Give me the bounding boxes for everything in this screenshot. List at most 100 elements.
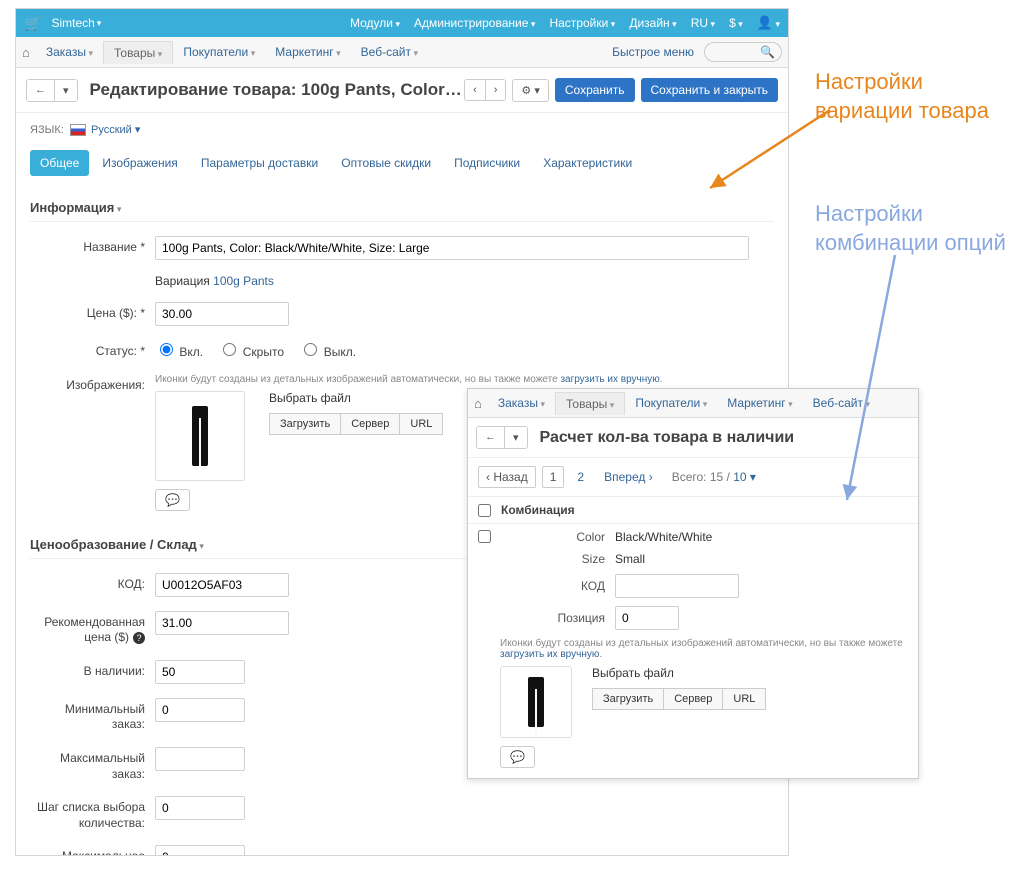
menu-settings[interactable]: Настройки bbox=[549, 16, 615, 30]
w2-nav-marketing[interactable]: Маркетинг bbox=[717, 392, 802, 414]
pg-fwd[interactable]: Вперед › bbox=[597, 467, 660, 487]
w2-back-drop[interactable]: ▾ bbox=[504, 427, 527, 448]
reco-label: Рекомендованная цена ($)? bbox=[30, 611, 155, 646]
next-button[interactable]: › bbox=[485, 80, 506, 100]
variation-link[interactable]: 100g Pants bbox=[213, 274, 274, 288]
nav-marketing[interactable]: Маркетинг bbox=[265, 41, 350, 63]
help-icon[interactable]: ? bbox=[133, 632, 145, 644]
menu-currency[interactable]: $ bbox=[729, 16, 743, 30]
pg-2[interactable]: 2 bbox=[570, 467, 591, 487]
max-input[interactable] bbox=[155, 747, 245, 771]
search-input[interactable]: 🔍 bbox=[704, 42, 782, 62]
back-group: ← ▾ bbox=[26, 79, 78, 102]
w2-btn-upload[interactable]: Загрузить bbox=[592, 688, 664, 710]
menu-design[interactable]: Дизайн bbox=[629, 16, 676, 30]
lang-label: ЯЗЫК: bbox=[30, 124, 64, 136]
variation-label: Вариация bbox=[155, 274, 210, 288]
code-input[interactable] bbox=[155, 573, 289, 597]
image-thumb[interactable] bbox=[155, 391, 245, 481]
tab-wholesale[interactable]: Оптовые скидки bbox=[331, 150, 441, 176]
tab-features[interactable]: Характеристики bbox=[533, 150, 642, 176]
btn-server[interactable]: Сервер bbox=[341, 413, 400, 435]
annotation-combination: Настройки комбинации опций bbox=[815, 200, 1024, 257]
tab-shipping[interactable]: Параметры доставки bbox=[191, 150, 328, 176]
inp-code2[interactable] bbox=[615, 574, 739, 598]
w2-nav-website[interactable]: Веб-сайт bbox=[803, 392, 880, 414]
annotation-variation: Настройки вариации товара bbox=[815, 68, 1024, 125]
price-input[interactable] bbox=[155, 302, 289, 326]
status-hidden[interactable] bbox=[223, 343, 236, 356]
quick-menu[interactable]: Быстрое меню bbox=[612, 45, 694, 59]
lbl-pos: Позиция bbox=[500, 611, 615, 625]
lang-value[interactable]: Русский ▾ bbox=[91, 124, 140, 136]
w2-nav-products[interactable]: Товары bbox=[555, 392, 625, 415]
menubar: ⌂ Заказы Товары Покупатели Маркетинг Веб… bbox=[16, 37, 788, 68]
btn-upload[interactable]: Загрузить bbox=[269, 413, 341, 435]
pg-back[interactable]: ‹ Назад bbox=[478, 466, 536, 488]
maxvar-input[interactable] bbox=[155, 845, 245, 856]
step-input[interactable] bbox=[155, 796, 245, 820]
th-combo: Комбинация bbox=[501, 503, 575, 517]
nav-products[interactable]: Товары bbox=[103, 41, 173, 64]
back-dropdown[interactable]: ▾ bbox=[54, 80, 77, 101]
section-info[interactable]: Информация bbox=[30, 194, 774, 222]
max-label: Максимальный заказ: bbox=[30, 747, 155, 782]
inventory-window: ⌂ Заказы Товары Покупатели Маркетинг Веб… bbox=[467, 388, 919, 779]
lbl-size: Size bbox=[500, 552, 615, 566]
w2-choose: Выбрать файл bbox=[592, 666, 766, 680]
lbl-color: Color bbox=[500, 530, 615, 544]
w2-back[interactable]: ← bbox=[477, 427, 504, 448]
images-note-link[interactable]: загрузить их вручную bbox=[560, 374, 659, 385]
nav-website[interactable]: Веб-сайт bbox=[351, 41, 428, 63]
w2-speech[interactable]: 💬 bbox=[500, 746, 535, 768]
stock-input[interactable] bbox=[155, 660, 245, 684]
pg-per[interactable]: 10 ▾ bbox=[733, 470, 756, 484]
language-selector[interactable]: ЯЗЫК: Русский ▾ bbox=[30, 123, 774, 136]
home-icon[interactable]: ⌂ bbox=[22, 45, 30, 60]
w2-home-icon[interactable]: ⌂ bbox=[474, 396, 482, 411]
w2-nav-orders[interactable]: Заказы bbox=[488, 392, 555, 414]
save-button[interactable]: Сохранить bbox=[555, 78, 635, 102]
image-comment[interactable]: 💬 bbox=[155, 489, 190, 511]
min-input[interactable] bbox=[155, 698, 245, 722]
pager-group: ‹ › bbox=[464, 79, 506, 101]
gear-button[interactable]: ⚙ ▾ bbox=[512, 79, 548, 102]
prev-button[interactable]: ‹ bbox=[465, 80, 485, 100]
images-label: Изображения: bbox=[30, 374, 155, 394]
tab-subscribers[interactable]: Подписчики bbox=[444, 150, 530, 176]
back-button[interactable]: ← bbox=[27, 80, 54, 101]
reco-input[interactable] bbox=[155, 611, 289, 635]
val-color: Black/White/White bbox=[615, 530, 712, 544]
pg-1[interactable]: 1 bbox=[542, 466, 565, 488]
stock-label: В наличии: bbox=[30, 660, 155, 680]
min-label: Минимальный заказ: bbox=[30, 698, 155, 733]
tab-images[interactable]: Изображения bbox=[92, 150, 187, 176]
nav-orders[interactable]: Заказы bbox=[36, 41, 103, 63]
w2-btn-url[interactable]: URL bbox=[723, 688, 766, 710]
inp-pos[interactable] bbox=[615, 606, 679, 630]
status-on[interactable] bbox=[160, 343, 173, 356]
step-label: Шаг списка выбора количества: bbox=[30, 796, 155, 831]
cart-icon[interactable]: 🛒 bbox=[24, 15, 41, 32]
menu-user[interactable]: 👤 bbox=[757, 15, 780, 31]
menu-admin[interactable]: Администрирование bbox=[414, 16, 535, 30]
w2-btn-server[interactable]: Сервер bbox=[664, 688, 723, 710]
val-size: Small bbox=[615, 552, 645, 566]
topbar: 🛒 Simtech▾ Модули Администрирование Наст… bbox=[16, 9, 788, 37]
name-input[interactable] bbox=[155, 236, 749, 260]
th-check-all[interactable] bbox=[478, 504, 491, 517]
w2-thumb[interactable] bbox=[500, 666, 572, 738]
tab-general[interactable]: Общее bbox=[30, 150, 89, 176]
btn-url[interactable]: URL bbox=[400, 413, 443, 435]
menu-modules[interactable]: Модули bbox=[350, 16, 400, 30]
save-close-button[interactable]: Сохранить и закрыть bbox=[641, 78, 778, 102]
row-check[interactable] bbox=[478, 530, 491, 543]
nav-customers[interactable]: Покупатели bbox=[173, 41, 265, 63]
w2-nav-customers[interactable]: Покупатели bbox=[625, 392, 717, 414]
menu-lang[interactable]: RU bbox=[691, 16, 715, 30]
w2-note-link[interactable]: загрузить их вручную bbox=[500, 649, 599, 660]
pg-total: Всего: 15 / bbox=[672, 470, 730, 484]
status-off[interactable] bbox=[304, 343, 317, 356]
page-title: Редактирование товара: 100g Pants, Color… bbox=[90, 80, 465, 100]
w2-title: Расчет кол-ва товара в наличии bbox=[540, 429, 910, 447]
